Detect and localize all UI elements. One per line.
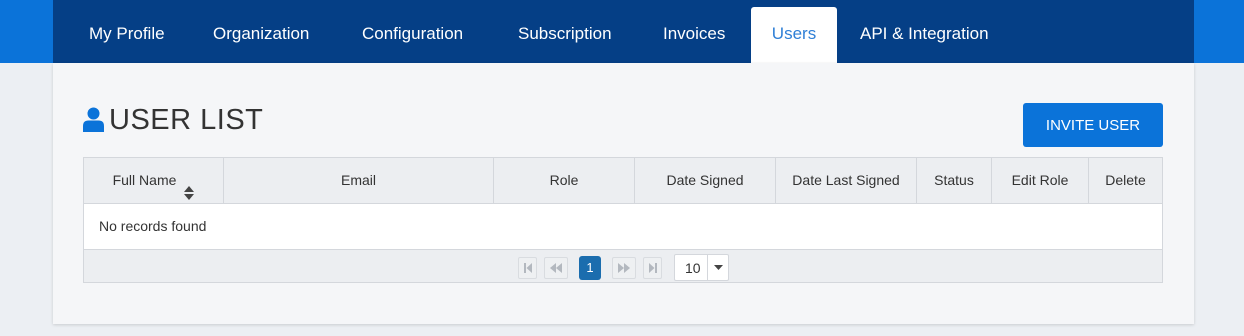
- page-number-button[interactable]: 1: [579, 256, 601, 280]
- tab-organization[interactable]: Organization: [213, 0, 309, 63]
- column-header-date-signed: Date Signed: [635, 158, 776, 203]
- column-header-edit-role: Edit Role: [992, 158, 1089, 203]
- user-list-card: USER LIST INVITE USER Full Name Email Ro…: [53, 63, 1194, 324]
- chevron-down-icon[interactable]: [707, 255, 728, 280]
- tab-my-profile[interactable]: My Profile: [89, 0, 165, 63]
- column-header-role: Role: [494, 158, 635, 203]
- empty-state-message: No records found: [99, 218, 207, 234]
- column-header-status: Status: [917, 158, 992, 203]
- first-page-icon[interactable]: [518, 257, 537, 279]
- tab-invoices[interactable]: Invoices: [663, 0, 725, 63]
- tab-subscription[interactable]: Subscription: [518, 0, 612, 63]
- page-size-select[interactable]: 10: [674, 254, 729, 281]
- user-icon: [83, 107, 104, 132]
- table-header: Full Name Email Role Date Signed Date La…: [84, 158, 1162, 204]
- page-size-value: 10: [685, 260, 701, 276]
- column-header-delete: Delete: [1105, 172, 1146, 188]
- column-header-full-name[interactable]: Full Name: [84, 158, 224, 203]
- tab-api-integration[interactable]: API & Integration: [860, 0, 989, 63]
- column-header-date-last-signed: Date Last Signed: [776, 158, 917, 203]
- top-nav: My Profile Organization Configuration Su…: [53, 0, 1194, 63]
- tab-configuration[interactable]: Configuration: [362, 0, 463, 63]
- page-title: USER LIST: [109, 104, 264, 136]
- invite-user-button[interactable]: INVITE USER: [1023, 103, 1163, 147]
- column-label: Full Name: [112, 172, 177, 188]
- tab-users[interactable]: Users: [751, 7, 837, 63]
- prev-page-icon[interactable]: [544, 257, 568, 279]
- pagination-bar: 1 10: [84, 249, 1162, 282]
- next-page-icon[interactable]: [612, 257, 636, 279]
- column-header-email: Email: [224, 158, 494, 203]
- user-table: Full Name Email Role Date Signed Date La…: [83, 157, 1163, 283]
- last-page-icon[interactable]: [643, 257, 662, 279]
- sort-icon[interactable]: [184, 173, 195, 200]
